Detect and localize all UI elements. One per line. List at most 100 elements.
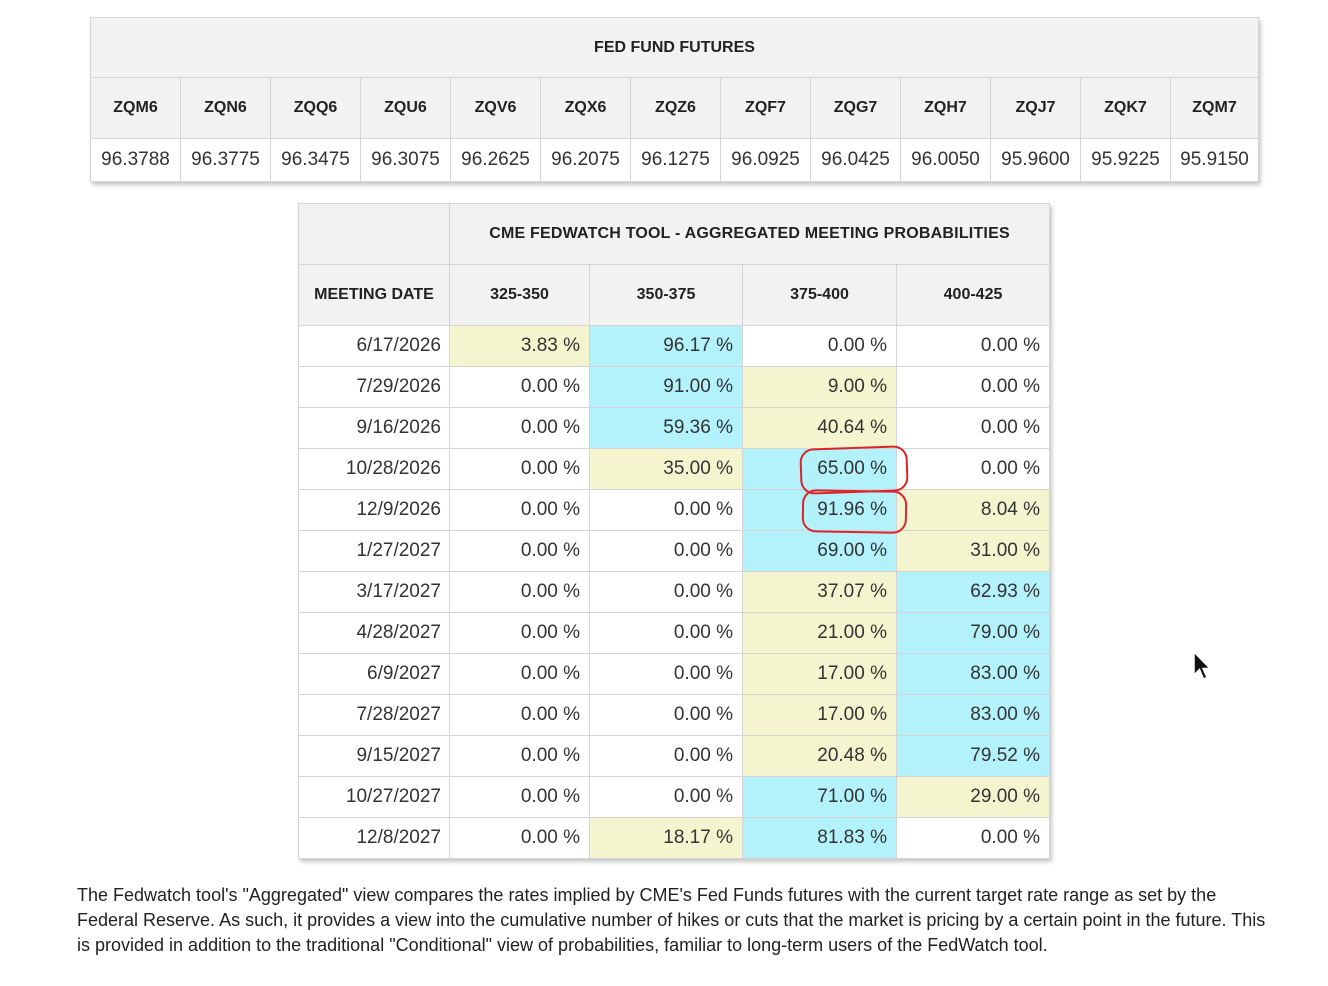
table-row: 1/27/2027 0.00 % 0.00 % 69.00 % 31.00 % <box>298 530 1051 572</box>
probability-cell: 0.00 % <box>589 571 743 613</box>
meeting-date-cell: 12/9/2026 <box>298 489 450 531</box>
rate-range-header: 375-400 <box>742 264 897 326</box>
probability-cell: 0.00 % <box>449 530 590 572</box>
table-row: 10/27/2027 0.00 % 0.00 % 71.00 % 29.00 % <box>298 776 1051 818</box>
probability-cell: 91.96 % <box>742 489 897 531</box>
meeting-date-cell: 10/27/2027 <box>298 776 450 818</box>
probability-cell: 0.00 % <box>589 735 743 777</box>
probability-cell: 20.48 % <box>742 735 897 777</box>
corner-cell <box>298 203 450 265</box>
futures-symbol-header: ZQM6 <box>90 77 181 139</box>
rate-range-header: 350-375 <box>589 264 743 326</box>
probability-cell: 96.17 % <box>589 325 743 367</box>
meeting-date-header: MEETING DATE <box>298 264 450 326</box>
probability-cell: 0.00 % <box>449 776 590 818</box>
probability-cell: 0.00 % <box>449 735 590 777</box>
probability-cell: 18.17 % <box>589 817 743 859</box>
probability-cell: 0.00 % <box>895 366 1051 408</box>
futures-price-cell: 96.3775 <box>180 138 271 182</box>
table-row: 6/9/2027 0.00 % 0.00 % 17.00 % 83.00 % <box>298 653 1051 695</box>
probability-cell: 81.83 % <box>742 817 897 859</box>
meeting-date-cell: 10/28/2026 <box>298 448 450 490</box>
futures-symbol-header: ZQK7 <box>1080 77 1171 139</box>
table-row: 12/8/2027 0.00 % 18.17 % 81.83 % 0.00 % <box>298 817 1051 859</box>
futures-price-cell: 96.0425 <box>810 138 901 182</box>
meeting-date-cell: 7/29/2026 <box>298 366 450 408</box>
probability-cell: 0.00 % <box>449 694 590 736</box>
futures-symbol-header: ZQV6 <box>450 77 541 139</box>
probability-cell: 0.00 % <box>589 694 743 736</box>
meeting-date-cell: 4/28/2027 <box>298 612 450 654</box>
futures-price-cell: 96.2625 <box>450 138 541 182</box>
futures-price-cell: 96.2075 <box>540 138 631 182</box>
footnote-text: The Fedwatch tool's "Aggregated" view co… <box>77 885 1266 955</box>
table-row: 6/17/2026 3.83 % 96.17 % 0.00 % 0.00 % <box>298 325 1051 367</box>
probability-cell: 8.04 % <box>895 489 1051 531</box>
probability-cell: 79.00 % <box>895 612 1051 654</box>
futures-symbol-header: ZQF7 <box>720 77 811 139</box>
futures-price-cell: 96.0925 <box>720 138 811 182</box>
probability-cell: 79.52 % <box>895 735 1051 777</box>
table-row: 12/9/2026 0.00 % 0.00 % 91.96 % 8.04 % <box>298 489 1051 531</box>
table-row: 9/15/2027 0.00 % 0.00 % 20.48 % 79.52 % <box>298 735 1051 777</box>
probability-cell: 35.00 % <box>589 448 743 490</box>
probability-cell: 37.07 % <box>742 571 897 613</box>
meeting-date-cell: 6/17/2026 <box>298 325 450 367</box>
futures-symbol-header: ZQZ6 <box>630 77 721 139</box>
probability-cell: 62.93 % <box>895 571 1051 613</box>
futures-header-row: ZQM6 ZQN6 ZQQ6 ZQU6 ZQV6 ZQX6 ZQZ6 ZQF7 ZQG7 ZQH7… <box>90 77 1259 139</box>
probability-cell: 0.00 % <box>589 489 743 531</box>
probability-cell: 0.00 % <box>449 407 590 449</box>
probability-cell: 91.00 % <box>589 366 743 408</box>
probability-cell: 0.00 % <box>895 817 1051 859</box>
probability-cell: 83.00 % <box>895 653 1051 695</box>
probability-cell: 17.00 % <box>742 694 897 736</box>
futures-price-cell: 95.9150 <box>1170 138 1259 182</box>
futures-price-cell: 96.0050 <box>900 138 991 182</box>
fed-fund-futures-table: FED FUND FUTURES ZQM6 ZQN6 ZQQ6 ZQU6 ZQV6 ZQX… <box>90 17 1259 182</box>
table-row: 7/29/2026 0.00 % 91.00 % 9.00 % 0.00 % <box>298 366 1051 408</box>
probability-cell: 0.00 % <box>449 653 590 695</box>
futures-symbol-header: ZQU6 <box>360 77 451 139</box>
probability-cell: 9.00 % <box>742 366 897 408</box>
probability-cell: 3.83 % <box>449 325 590 367</box>
probability-cell: 71.00 % <box>742 776 897 818</box>
probability-cell: 0.00 % <box>449 571 590 613</box>
meeting-date-cell: 9/15/2027 <box>298 735 450 777</box>
meeting-probabilities-table: CME FEDWATCH TOOL - AGGREGATED MEETING P… <box>298 203 1051 859</box>
rate-range-header: 400-425 <box>895 264 1051 326</box>
probability-cell: 0.00 % <box>589 530 743 572</box>
futures-symbol-header: ZQG7 <box>810 77 901 139</box>
table-row: 10/28/2026 0.00 % 35.00 % 65.00 % 0.00 % <box>298 448 1051 490</box>
probability-cell: 0.00 % <box>895 325 1051 367</box>
probability-cell: 0.00 % <box>449 489 590 531</box>
meeting-date-cell: 7/28/2027 <box>298 694 450 736</box>
probability-cell: 40.64 % <box>742 407 897 449</box>
futures-symbol-header: ZQX6 <box>540 77 631 139</box>
probabilities-table-title: CME FEDWATCH TOOL - AGGREGATED MEETING P… <box>448 203 1051 265</box>
probability-cell: 0.00 % <box>449 448 590 490</box>
probability-cell: 0.00 % <box>895 448 1051 490</box>
probability-cell: 17.00 % <box>742 653 897 695</box>
futures-price-cell: 96.1275 <box>630 138 721 182</box>
probabilities-body: 6/17/2026 3.83 % 96.17 % 0.00 % 0.00 % 7/29/2… <box>298 325 1051 859</box>
probability-cell: 0.00 % <box>589 653 743 695</box>
probability-cell: 0.00 % <box>449 612 590 654</box>
probability-cell: 59.36 % <box>589 407 743 449</box>
probability-cell: 65.00 % <box>742 448 897 490</box>
futures-table-title: FED FUND FUTURES <box>90 17 1259 78</box>
probability-cell: 69.00 % <box>742 530 897 572</box>
probability-cell: 0.00 % <box>589 776 743 818</box>
probability-cell: 83.00 % <box>895 694 1051 736</box>
probability-cell: 0.00 % <box>742 325 897 367</box>
mouse-pointer-icon <box>1193 651 1212 680</box>
rate-range-header: 325-350 <box>449 264 590 326</box>
futures-symbol-header: ZQM7 <box>1170 77 1259 139</box>
meeting-date-cell: 1/27/2027 <box>298 530 450 572</box>
futures-price-cell: 96.3788 <box>90 138 181 182</box>
meeting-date-cell: 12/8/2027 <box>298 817 450 859</box>
probability-cell: 0.00 % <box>449 366 590 408</box>
probability-cell: 0.00 % <box>895 407 1051 449</box>
meeting-date-cell: 6/9/2027 <box>298 653 450 695</box>
meeting-date-cell: 3/17/2027 <box>298 571 450 613</box>
